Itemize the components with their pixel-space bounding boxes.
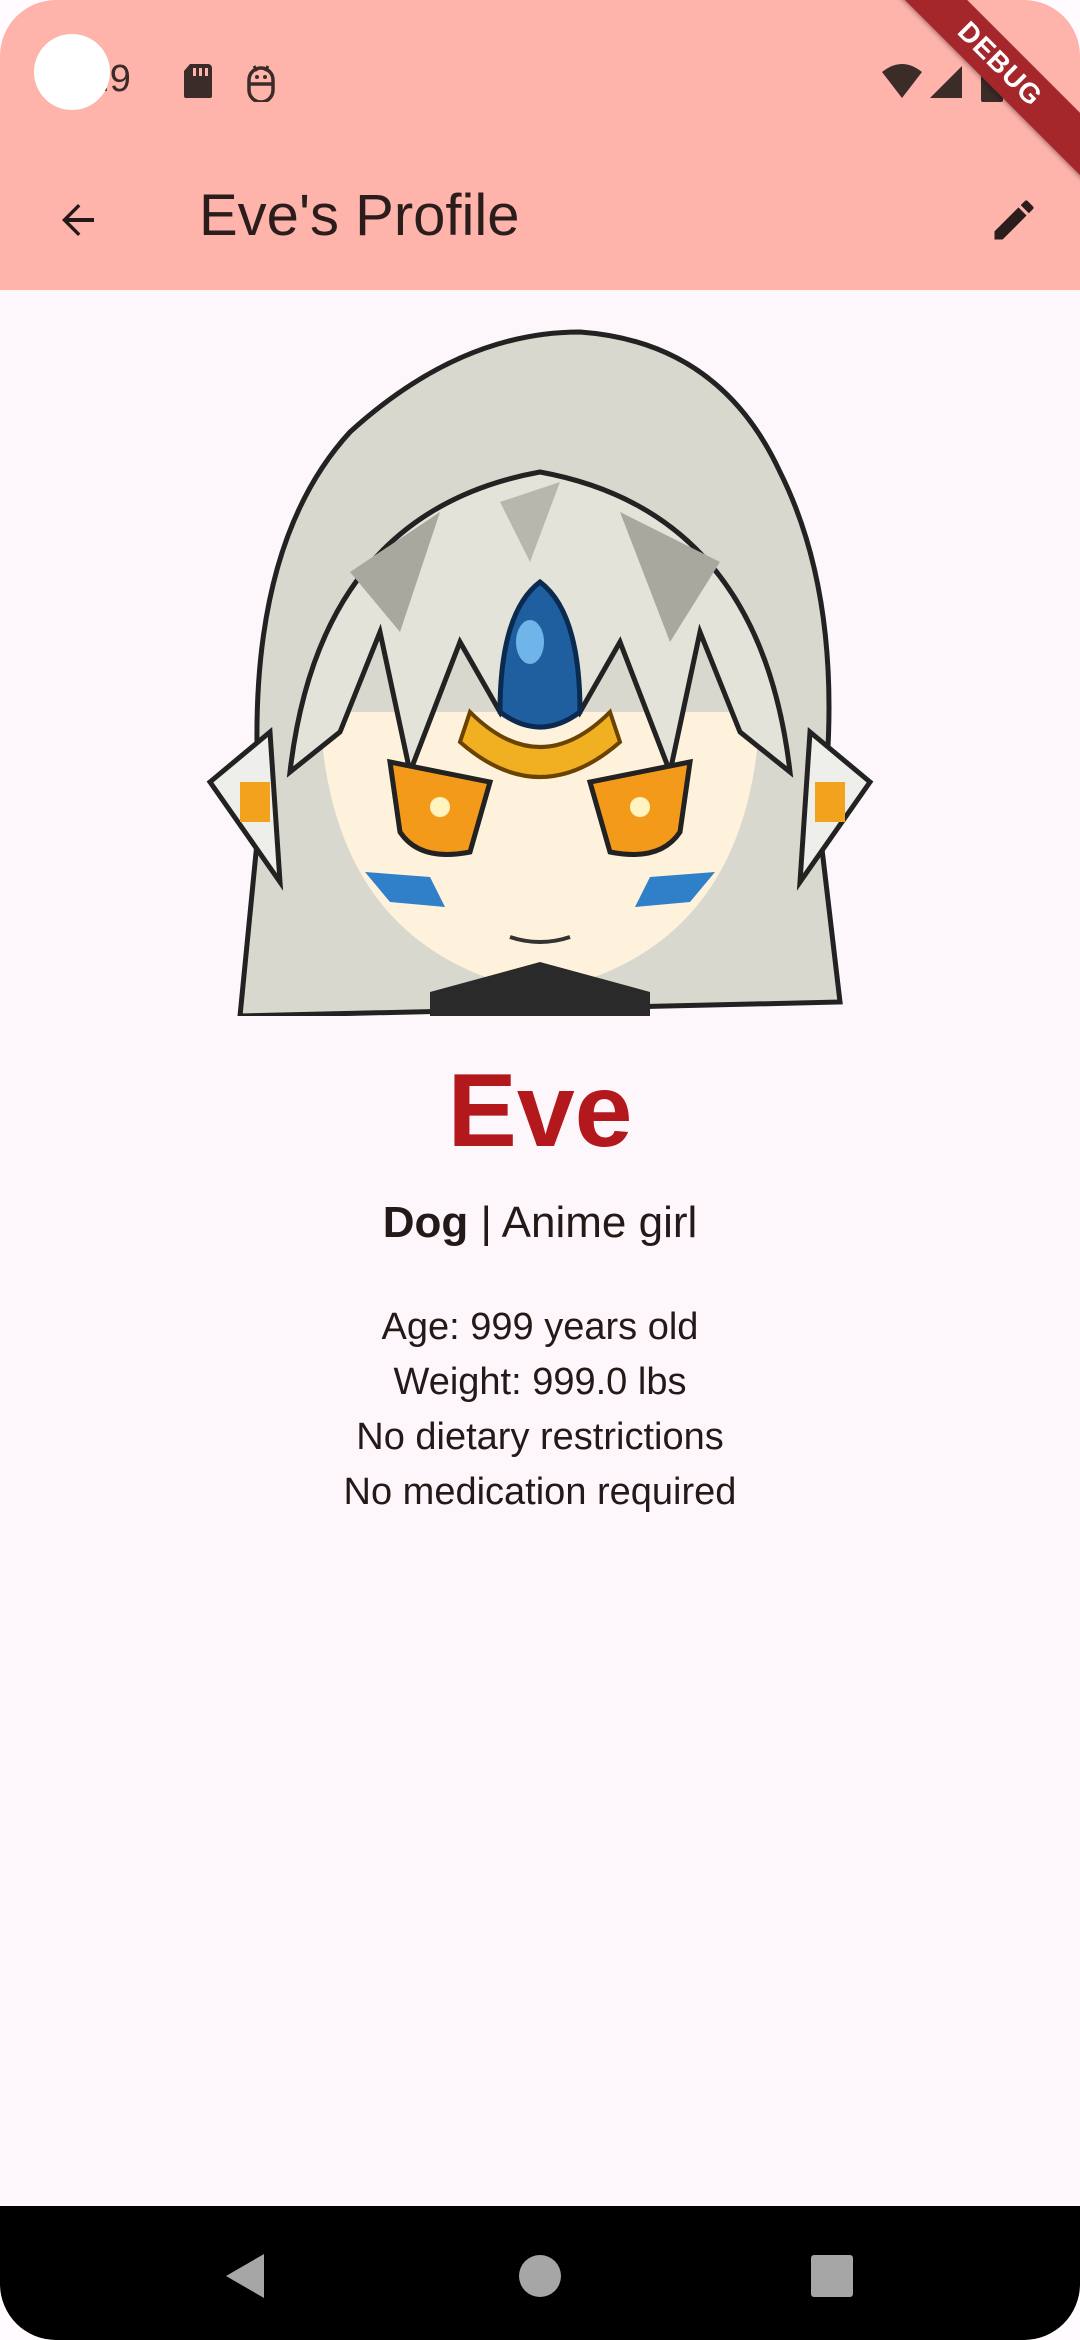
nav-home-button[interactable]	[510, 2246, 570, 2306]
separator: |	[468, 1198, 502, 1247]
species-breed-line: Dog | Anime girl	[0, 1198, 1080, 1248]
species-label: Dog	[382, 1198, 469, 1247]
pencil-edit-icon	[994, 200, 1034, 240]
pet-name: Eve	[447, 1053, 633, 1169]
diet-text: No dietary restrictions	[356, 1416, 724, 1458]
camera-cutout	[34, 34, 110, 110]
breed-label: Anime girl	[501, 1198, 698, 1247]
edit-button[interactable]	[974, 180, 1054, 260]
pet-details: Age: 999 years old Weight: 999.0 lbs No …	[0, 1300, 1080, 1520]
screen: :19	[0, 0, 1080, 2340]
system-nav-bar	[0, 2206, 1080, 2340]
nav-back-button[interactable]	[214, 2246, 274, 2306]
nav-recents-icon	[811, 2255, 853, 2297]
signal-icon	[928, 64, 964, 105]
weight-text: Weight: 999.0 lbs	[393, 1361, 687, 1403]
page-title: Eve's Profile	[199, 183, 520, 248]
arrow-back-icon	[62, 204, 94, 236]
wifi-icon	[880, 64, 924, 105]
top-app-bar: :19	[0, 0, 1080, 290]
back-button[interactable]	[38, 180, 118, 260]
nav-back-icon	[226, 2254, 264, 2298]
pet-avatar	[200, 312, 880, 1016]
app-bar: Eve's Profile	[0, 150, 1080, 290]
nav-home-icon	[519, 2255, 561, 2297]
sd-card-icon	[182, 62, 214, 105]
status-bar: :19	[0, 0, 1080, 150]
medication-text: No medication required	[343, 1471, 737, 1513]
nav-recents-button[interactable]	[802, 2246, 862, 2306]
age-text: Age: 999 years old	[381, 1306, 699, 1348]
android-debug-icon	[244, 62, 278, 107]
